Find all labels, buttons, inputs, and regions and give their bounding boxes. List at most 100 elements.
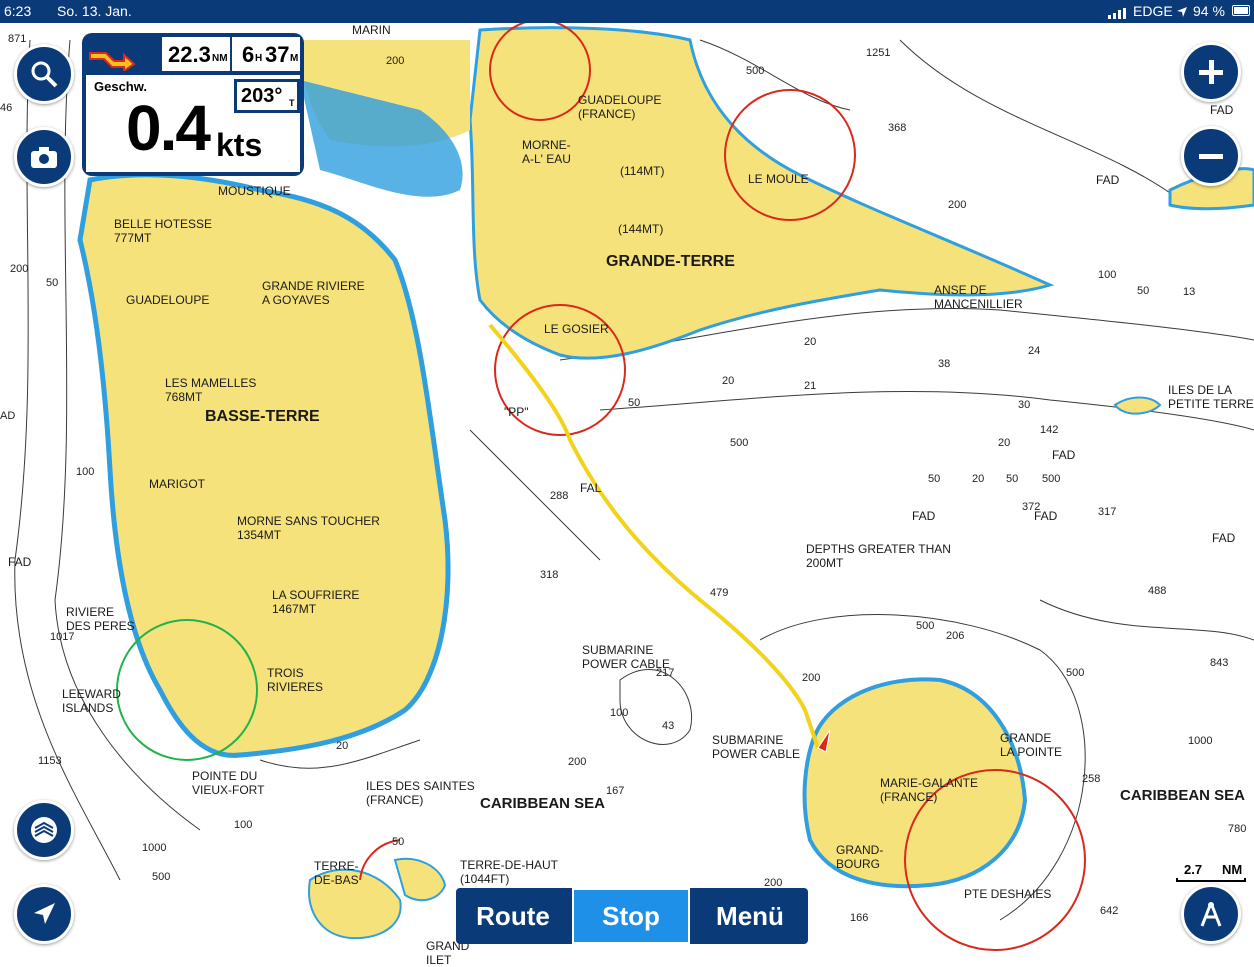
depth-sounding: 21: [804, 380, 817, 392]
depth-sounding: 100: [234, 819, 253, 831]
depth-sounding: 1000: [1188, 735, 1213, 747]
minus-icon: [1199, 154, 1223, 159]
zoom-in-button[interactable]: [1181, 42, 1241, 102]
search-icon: [31, 61, 58, 88]
depth-sounding: 500: [916, 620, 935, 632]
label-trois-rivieres: TROIS RIVIERES: [267, 666, 324, 694]
depth-sounding: 317: [1098, 506, 1117, 518]
label-moustique: MOUSTIQUE: [218, 184, 291, 198]
camera-button[interactable]: [14, 127, 74, 187]
depth-sounding: 200: [10, 263, 29, 275]
zoom-out-button[interactable]: [1181, 126, 1241, 186]
label-fad: FAD: [1212, 531, 1236, 545]
sailing-mode-button[interactable]: [1181, 884, 1241, 944]
depth-sounding: 1153: [38, 755, 62, 767]
depth-sounding: 1017: [50, 631, 75, 643]
depth-sounding: 1000: [142, 842, 167, 854]
status-battery: 94 %: [1193, 3, 1225, 19]
depth-sounding: 206: [946, 630, 965, 642]
bottom-action-bar: Route Stop Menü: [456, 888, 808, 944]
compass-a-icon: [1200, 902, 1222, 927]
depth-sounding: 217: [656, 667, 675, 679]
label-pp: "PP": [504, 405, 529, 419]
status-carrier: EDGE: [1133, 3, 1173, 19]
depth-sounding: 100: [76, 466, 95, 478]
scale-unit: NM: [1222, 862, 1243, 877]
depth-sounding: 500: [730, 437, 749, 449]
camera-icon: [31, 147, 57, 168]
label-basse-terre: BASSE-TERRE: [205, 408, 320, 425]
battery-icon: [1232, 5, 1250, 16]
depth-sounding: 20: [804, 336, 817, 348]
label-le-moule: LE MOULE: [748, 172, 809, 186]
depth-sounding: 30: [1018, 399, 1031, 411]
heading-unit: T: [289, 98, 295, 108]
label-le-gosier: LE GOSIER: [544, 322, 609, 336]
depth-sounding: 1251: [866, 47, 891, 59]
depth-sounding: 24: [1028, 345, 1041, 357]
label-fad: FAD: [912, 509, 936, 523]
layers-icon: [31, 817, 57, 843]
depth-sounding: 318: [540, 569, 559, 581]
label-submarine-cable-2: SUBMARINE POWER CABLE: [712, 733, 801, 761]
speed-unit: kts: [216, 127, 263, 163]
depth-sounding: 50: [1006, 473, 1019, 485]
search-button[interactable]: [14, 44, 74, 104]
depth-sounding: 20: [972, 473, 985, 485]
depth-sounding: AD: [0, 410, 16, 422]
depth-sounding: 200: [802, 672, 821, 684]
depth-sounding: 13: [1183, 286, 1196, 298]
label-terre-de-bas: TERRE- DE-BAS: [314, 859, 359, 887]
depth-sounding: 479: [710, 587, 729, 599]
label-depths-greater: DEPTHS GREATER THAN 200MT: [806, 542, 951, 570]
label-morne-sans-toucher: MORNE SANS TOUCHER 1354MT: [237, 514, 380, 542]
route-line: [488, 323, 820, 749]
depth-sounding: 258: [1082, 773, 1101, 785]
depth-sounding: 50: [928, 473, 941, 485]
location-arrow-icon: [1176, 5, 1188, 21]
depth-sounding: 20: [722, 375, 735, 387]
depth-sounding: 500: [152, 871, 171, 883]
depth-sounding: 43: [662, 720, 675, 732]
label-caribbean-sea: CARIBBEAN SEA: [480, 795, 606, 812]
stop-button[interactable]: Stop: [572, 888, 690, 944]
menu-button[interactable]: Menü: [692, 888, 808, 944]
depth-sounding: 368: [888, 122, 907, 134]
distance-box: 22.3 NM: [162, 37, 230, 71]
depth-sounding: 500: [746, 65, 765, 77]
depth-sounding: 500: [1066, 667, 1085, 679]
signal-icon: [1108, 6, 1128, 19]
label-guadeloupe-france: GUADELOUPE (FRANCE): [578, 93, 662, 121]
depth-sounding: 50: [392, 836, 405, 848]
locate-button[interactable]: [14, 884, 74, 944]
label-grand-bourg: GRAND- BOURG: [836, 843, 884, 871]
depth-sounding: 50: [1137, 285, 1150, 297]
label-morne-a-leau: MORNE- A-L' EAU: [522, 138, 571, 166]
navigation-data-panel[interactable]: 22.3 NM 6 H 37 M Geschw. 0.4 kts 203° T: [82, 33, 304, 176]
label-fad: FAD: [8, 555, 32, 569]
label-fad: FAD: [1052, 448, 1076, 462]
depth-sounding: 166: [850, 912, 869, 924]
depth-sounding: 500: [1042, 473, 1061, 485]
eta-box: 6 H 37 M: [232, 37, 300, 71]
route-button[interactable]: Route: [456, 888, 570, 944]
label-iles-des-saintes: ILES DES SAINTES (FRANCE): [366, 779, 475, 807]
depth-sounding: 780: [1228, 823, 1247, 835]
label-guadeloupe: GUADELOUPE: [126, 293, 210, 307]
depth-sounding: 46: [0, 102, 13, 114]
label-fad: FAD: [1210, 103, 1234, 117]
plus-icon: [1199, 60, 1223, 84]
label-anse-mancenillier: ANSE DE MANCENILLIER: [934, 283, 1023, 311]
label-marie-galante: MARIE-GALANTE (FRANCE): [880, 776, 979, 804]
layers-button[interactable]: [14, 800, 74, 860]
depth-sounding: 488: [1148, 585, 1167, 597]
depth-sounding: 38: [938, 358, 951, 370]
label-la-soufriere: LA SOUFRIERE 1467MT: [272, 588, 360, 616]
label-marin: MARIN: [352, 23, 391, 37]
depth-sounding: 100: [610, 707, 629, 719]
label-fal: FAL: [580, 481, 602, 495]
next-turn-arrow-icon: [88, 41, 136, 73]
eta-minutes: 37: [265, 42, 290, 67]
eta-hours: 6: [242, 42, 255, 67]
heading-box: 203° T: [234, 79, 300, 113]
